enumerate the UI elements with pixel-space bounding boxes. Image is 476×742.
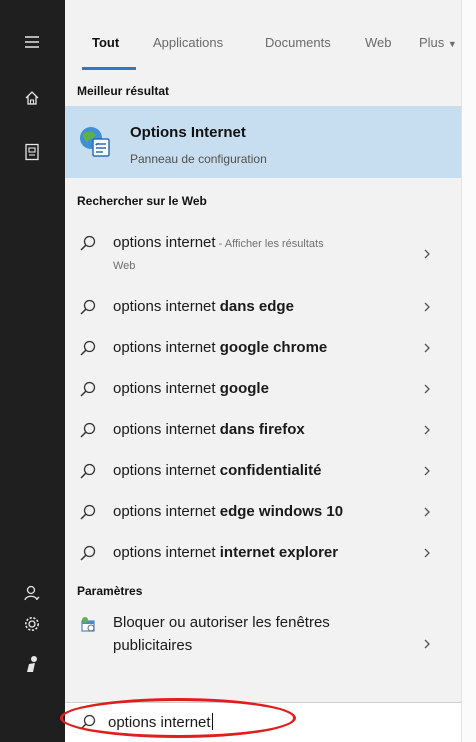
active-tab-indicator xyxy=(82,67,136,70)
search-icon xyxy=(80,299,96,315)
web-result-label: options internet internet explorer xyxy=(113,544,339,561)
dropdown-arrow-icon: ▼ xyxy=(447,39,457,49)
web-result-item[interactable]: options internet google xyxy=(65,368,461,410)
web-result-item[interactable]: options internet edge windows 10 xyxy=(65,491,461,533)
best-result-subtitle: Panneau de configuration xyxy=(130,152,267,166)
best-result-item[interactable]: Options Internet Panneau de configuratio… xyxy=(65,106,461,178)
tab-plus[interactable]: Plus ▼ xyxy=(419,35,457,50)
text-cursor xyxy=(211,713,213,730)
power-feedback-icon[interactable] xyxy=(20,652,44,676)
web-result-item[interactable]: options internet dans edge xyxy=(65,286,461,328)
settings-result-label-line2: publicitaires xyxy=(113,637,193,654)
search-icon xyxy=(80,714,96,730)
start-menu-rail xyxy=(0,0,65,742)
web-result-label: options internet google xyxy=(113,380,269,397)
settings-header: Paramètres xyxy=(77,584,143,598)
chevron-right-icon xyxy=(424,249,430,259)
search-filter-tabs: Tout Applications Documents Web Plus ▼ xyxy=(65,0,461,70)
settings-result-item[interactable]: Bloquer ou autoriser les fenêtres public… xyxy=(65,608,461,664)
search-icon xyxy=(80,340,96,356)
user-account-icon[interactable] xyxy=(20,581,44,605)
web-result-item[interactable]: options internet - Afficher les résultat… xyxy=(65,222,461,280)
settings-gear-icon[interactable] xyxy=(20,612,44,636)
web-result-item[interactable]: options internet google chrome xyxy=(65,327,461,369)
search-icon xyxy=(80,235,96,251)
chevron-right-icon xyxy=(424,548,430,558)
chevron-right-icon xyxy=(424,639,430,649)
chevron-right-icon xyxy=(424,425,430,435)
popup-blocker-icon xyxy=(81,617,95,632)
search-input[interactable]: options internet xyxy=(108,713,213,731)
search-icon xyxy=(80,381,96,397)
web-result-label: options internet dans edge xyxy=(113,298,294,315)
search-icon xyxy=(80,463,96,479)
chevron-right-icon xyxy=(424,466,430,476)
chevron-right-icon xyxy=(424,507,430,517)
internet-options-icon xyxy=(80,127,110,157)
hamburger-menu-icon[interactable] xyxy=(20,30,44,54)
documents-icon[interactable] xyxy=(20,140,44,164)
web-result-item[interactable]: options internet internet explorer xyxy=(65,532,461,574)
chevron-right-icon xyxy=(424,384,430,394)
web-result-label: options internet edge windows 10 xyxy=(113,503,344,520)
web-result-item[interactable]: options internet confidentialité xyxy=(65,450,461,492)
tab-applications[interactable]: Applications xyxy=(153,35,223,50)
web-result-label: options internet - Afficher les résultat… xyxy=(113,234,324,251)
web-result-label: options internet dans firefox xyxy=(113,421,305,438)
search-box[interactable]: options internet xyxy=(65,702,461,742)
tab-web[interactable]: Web xyxy=(365,35,392,50)
search-results-panel: Tout Applications Documents Web Plus ▼ M… xyxy=(65,0,461,742)
search-icon xyxy=(80,422,96,438)
tab-tout[interactable]: Tout xyxy=(92,35,119,50)
web-result-label: options internet google chrome xyxy=(113,339,328,356)
search-icon xyxy=(80,545,96,561)
web-result-sublabel: Web xyxy=(113,260,136,272)
search-icon xyxy=(80,504,96,520)
home-icon[interactable] xyxy=(20,86,44,110)
best-result-title: Options Internet xyxy=(130,124,246,141)
web-search-header: Rechercher sur le Web xyxy=(77,194,207,208)
chevron-right-icon xyxy=(424,302,430,312)
best-result-header: Meilleur résultat xyxy=(77,84,170,98)
background-window-edge xyxy=(461,0,476,742)
chevron-right-icon xyxy=(424,343,430,353)
settings-result-label-line1: Bloquer ou autoriser les fenêtres xyxy=(113,614,330,631)
web-result-label: options internet confidentialité xyxy=(113,462,322,479)
web-result-item[interactable]: options internet dans firefox xyxy=(65,409,461,451)
tab-documents[interactable]: Documents xyxy=(265,35,331,50)
